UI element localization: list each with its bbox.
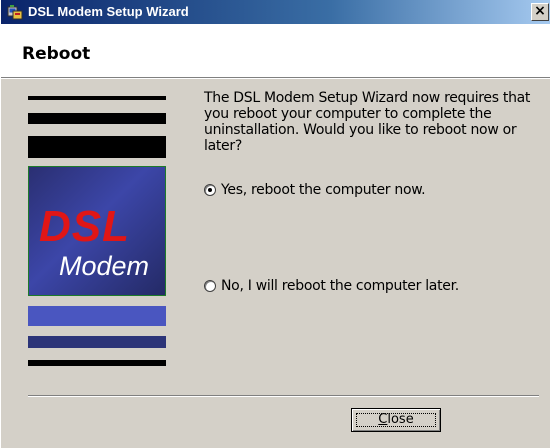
decorative-stripe: [28, 306, 166, 326]
radio-dot-icon: [208, 188, 212, 192]
setup-app-icon: [7, 5, 23, 20]
close-accelerator: C: [378, 412, 388, 427]
wizard-header: Reboot: [1, 24, 550, 79]
close-label-rest: lose: [387, 412, 414, 427]
radio-button-selected[interactable]: [204, 184, 216, 196]
radio-reboot-now[interactable]: Yes, reboot the computer now.: [204, 182, 444, 200]
page-title: Reboot: [22, 44, 91, 64]
radio-reboot-now-label[interactable]: Yes, reboot the computer now.: [221, 182, 426, 198]
decorative-stripe: [28, 336, 166, 348]
setup-wizard-window: DSL Modem Setup Wizard × Reboot DSL Mode…: [0, 0, 550, 448]
radio-reboot-later[interactable]: No, I will reboot the computer later.: [204, 278, 474, 296]
decorative-stripe: [28, 360, 166, 366]
decorative-stripe: [28, 96, 166, 100]
logo-modem-text: Modem: [59, 251, 150, 281]
close-button[interactable]: Close: [351, 408, 441, 432]
logo-dsl-text: DSL: [39, 202, 130, 251]
decorative-stripe: [28, 113, 166, 124]
title-bar[interactable]: DSL Modem Setup Wizard ×: [1, 0, 550, 24]
radio-button-unselected[interactable]: [204, 280, 216, 292]
close-button-label: Close: [352, 413, 440, 427]
dsl-modem-logo: DSL Modem: [28, 166, 166, 296]
footer-divider: [28, 395, 539, 397]
close-icon[interactable]: ×: [531, 3, 549, 21]
reboot-message: The DSL Modem Setup Wizard now requires …: [204, 90, 531, 154]
window-title: DSL Modem Setup Wizard: [28, 4, 189, 19]
wizard-side-graphic: DSL Modem: [28, 96, 166, 368]
decorative-stripe: [28, 136, 166, 158]
radio-reboot-later-label[interactable]: No, I will reboot the computer later.: [221, 278, 459, 294]
